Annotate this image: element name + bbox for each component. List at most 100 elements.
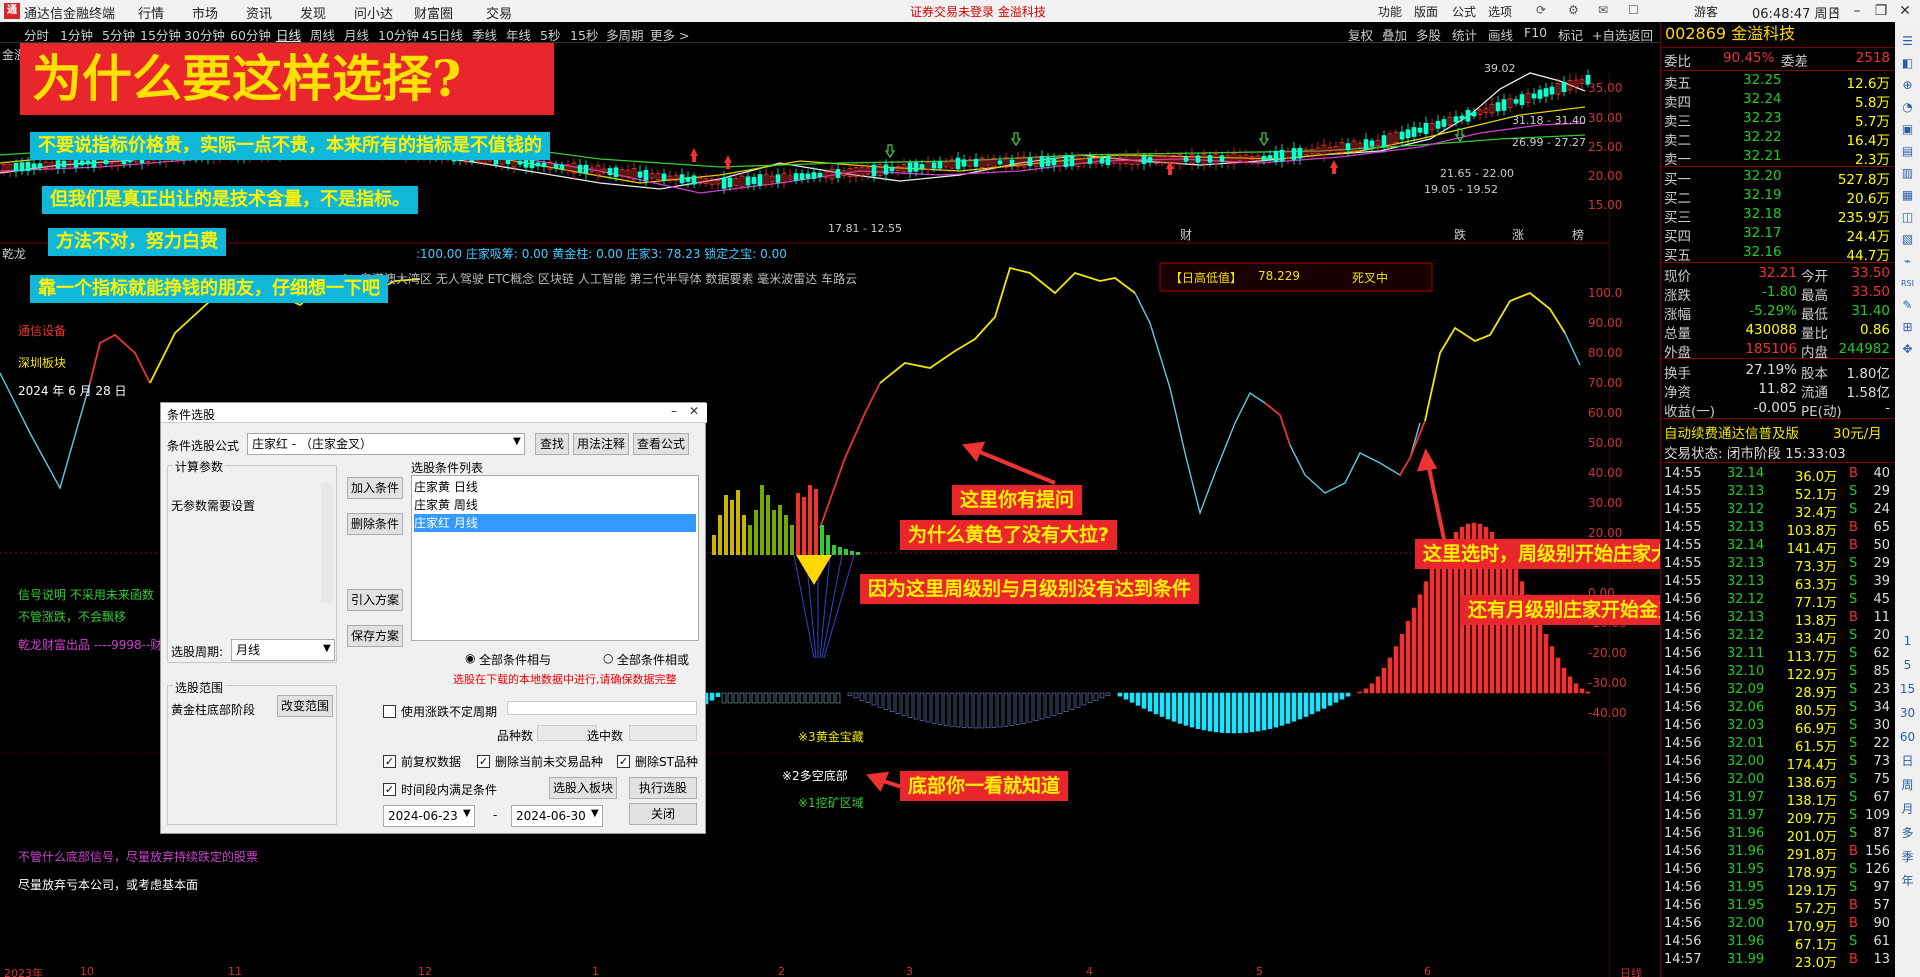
sidebar-period-icon[interactable]: 多 (1898, 824, 1917, 843)
menu-gongshi[interactable]: 公式 (1452, 3, 1476, 20)
list-item[interactable]: 庄家黄 日线 (414, 478, 696, 496)
del-untraded-label[interactable]: 删除当前未交易品种 (495, 753, 603, 770)
order-level[interactable]: 卖四 32.24 5.8万 (1661, 91, 1896, 111)
order-level[interactable]: 卖三 32.23 5.7万 (1661, 110, 1896, 130)
tool-huaxian[interactable]: 画线 (1488, 25, 1513, 44)
sidebar-tool-icon[interactable]: ⌁ (1898, 252, 1917, 271)
list-item[interactable]: 庄家黄 周线 (414, 496, 696, 514)
sidebar-tool-icon[interactable]: ▧ (1898, 230, 1917, 249)
sidebar-tool-icon[interactable]: ⊞ (1898, 318, 1917, 337)
period-tab[interactable]: 45日线 (422, 25, 463, 44)
radio-and-label[interactable]: 全部条件相与 (479, 651, 551, 668)
period-select[interactable]: 月线 (231, 639, 335, 661)
menu-jiaoyi[interactable]: 交易 (486, 3, 512, 22)
period-tab[interactable]: 10分钟 (378, 25, 419, 44)
add-to-block-button[interactable]: 选股入板块 (549, 777, 617, 799)
menu-wenxiaoda[interactable]: 问小达 (354, 3, 393, 22)
period-tab[interactable]: 5分钟 (102, 25, 135, 44)
back-icon[interactable]: ‹ (1824, 1, 1846, 21)
maximize-icon[interactable]: ❐ (1870, 1, 1892, 21)
change-range-button[interactable]: 改变范围 (277, 695, 333, 717)
del-untraded-checkbox[interactable]: ✓ (477, 755, 490, 768)
find-button[interactable]: 查找 (535, 433, 569, 455)
add-condition-button[interactable]: 加入条件 (347, 477, 403, 499)
sidebar-tool-icon[interactable]: ◔ (1898, 98, 1917, 117)
sidebar-tool-icon[interactable]: ✎ (1898, 296, 1917, 315)
chevron-down-icon[interactable]: ▼ (591, 808, 599, 819)
period-tab[interactable]: 周线 (310, 25, 335, 44)
sidebar-period-icon[interactable]: 周 (1898, 776, 1917, 795)
login-notice[interactable]: 证券交易未登录 金溢科技 (910, 3, 1046, 20)
tool-diejia[interactable]: 叠加 (1382, 25, 1407, 44)
time-checkbox[interactable]: ✓ (383, 783, 396, 796)
del-st-label[interactable]: 删除ST品种 (635, 753, 698, 770)
order-level[interactable]: 卖一 32.21 2.3万 (1661, 148, 1896, 168)
chevron-down-icon[interactable]: ▼ (463, 808, 471, 819)
sidebar-tool-icon[interactable]: ▤ (1898, 142, 1917, 161)
tool-fanhui[interactable]: 返回 (1628, 25, 1653, 44)
sidebar-period-icon[interactable]: 1 (1898, 632, 1917, 651)
indicator-name[interactable]: 乾龙 (2, 245, 26, 262)
menu-caifuquan[interactable]: 财富圈 (414, 3, 453, 22)
period-tab[interactable]: 15秒 (570, 25, 598, 44)
period-tab[interactable]: 多周期 (606, 25, 644, 44)
sidebar-tool-icon[interactable]: ⊕ (1898, 76, 1917, 95)
refresh-icon[interactable]: ⟳ (1536, 3, 1546, 17)
delete-condition-button[interactable]: 删除条件 (347, 513, 403, 535)
menu-xuanxiang[interactable]: 选项 (1488, 3, 1512, 20)
period-tab[interactable]: 年线 (506, 25, 531, 44)
del-st-checkbox[interactable]: ✓ (617, 755, 630, 768)
period-tab-more[interactable]: 更多 > (650, 25, 689, 44)
order-level[interactable]: 买四 32.17 24.4万 (1661, 225, 1896, 245)
period-tab-active[interactable]: 日线 (276, 25, 301, 44)
tool-tongji[interactable]: 统计 (1452, 25, 1477, 44)
close-icon[interactable]: ✕ (1894, 1, 1916, 21)
condition-list[interactable]: 庄家黄 日线 庄家黄 周线 庄家红 月线 (411, 475, 699, 641)
close-icon[interactable]: ✕ (689, 404, 699, 418)
user-label[interactable]: 游客 (1694, 3, 1718, 20)
period-tab[interactable]: 季线 (472, 25, 497, 44)
tool-zixuan[interactable]: +自选 (1592, 25, 1627, 44)
sidebar-tool-icon[interactable]: ▣ (1898, 120, 1917, 139)
menu-banmian[interactable]: 版面 (1414, 3, 1438, 20)
sidebar-tool-icon[interactable]: ▥ (1898, 164, 1917, 183)
minimize-icon[interactable]: – (1846, 1, 1868, 21)
sidebar-period-icon[interactable]: 15 (1898, 680, 1917, 699)
vary-period-checkbox[interactable] (383, 705, 396, 718)
sidebar-period-icon[interactable]: 日 (1898, 752, 1917, 771)
settings-icon[interactable]: ⚙ (1568, 3, 1579, 17)
tool-f10[interactable]: F10 (1524, 25, 1547, 40)
menu-faxian[interactable]: 发现 (300, 3, 326, 22)
sidebar-period-icon[interactable]: 60 (1898, 728, 1917, 747)
view-formula-button[interactable]: 查看公式 (633, 433, 689, 455)
usage-button[interactable]: 用法注释 (573, 433, 629, 455)
radio-or-label[interactable]: 全部条件相或 (617, 651, 689, 668)
minimize-icon[interactable]: – (671, 404, 677, 418)
menu-hangqing[interactable]: 行情 (138, 3, 164, 22)
import-plan-button[interactable]: 引入方案 (347, 589, 403, 611)
sidebar-period-icon[interactable]: 年 (1898, 872, 1917, 891)
period-tab[interactable]: 月线 (344, 25, 369, 44)
order-level[interactable]: 买三 32.18 235.9万 (1661, 206, 1896, 226)
sidebar-tool-icon[interactable]: ▦ (1898, 186, 1917, 205)
period-tab[interactable]: 1分钟 (60, 25, 93, 44)
fq-label[interactable]: 前复权数据 (401, 753, 461, 770)
fq-checkbox[interactable]: ✓ (383, 755, 396, 768)
period-tab[interactable]: 15分钟 (140, 25, 181, 44)
sidebar-period-icon[interactable]: 5 (1898, 656, 1917, 675)
sidebar-period-icon[interactable]: 30 (1898, 704, 1917, 723)
radio-and-icon[interactable]: ◉ (465, 651, 475, 665)
sidebar-tool-icon[interactable]: ✥ (1898, 340, 1917, 359)
period-tab[interactable]: 5秒 (540, 25, 560, 44)
dialog-titlebar[interactable]: 条件选股 – ✕ (161, 403, 707, 423)
sidebar-period-icon[interactable]: 月 (1898, 800, 1917, 819)
period-tab[interactable]: 60分钟 (230, 25, 271, 44)
radio-or-icon[interactable]: ○ (603, 651, 613, 665)
chevron-down-icon[interactable]: ▼ (513, 436, 521, 447)
list-item-selected[interactable]: 庄家红 月线 (414, 514, 696, 532)
menu-shichang[interactable]: 市场 (192, 3, 218, 22)
close-button[interactable]: 关闭 (629, 803, 697, 825)
order-level[interactable]: 卖五 32.25 12.6万 (1661, 72, 1896, 92)
sidebar-tool-icon[interactable]: ◧ (1898, 54, 1917, 73)
order-level[interactable]: 卖二 32.22 16.4万 (1661, 129, 1896, 149)
